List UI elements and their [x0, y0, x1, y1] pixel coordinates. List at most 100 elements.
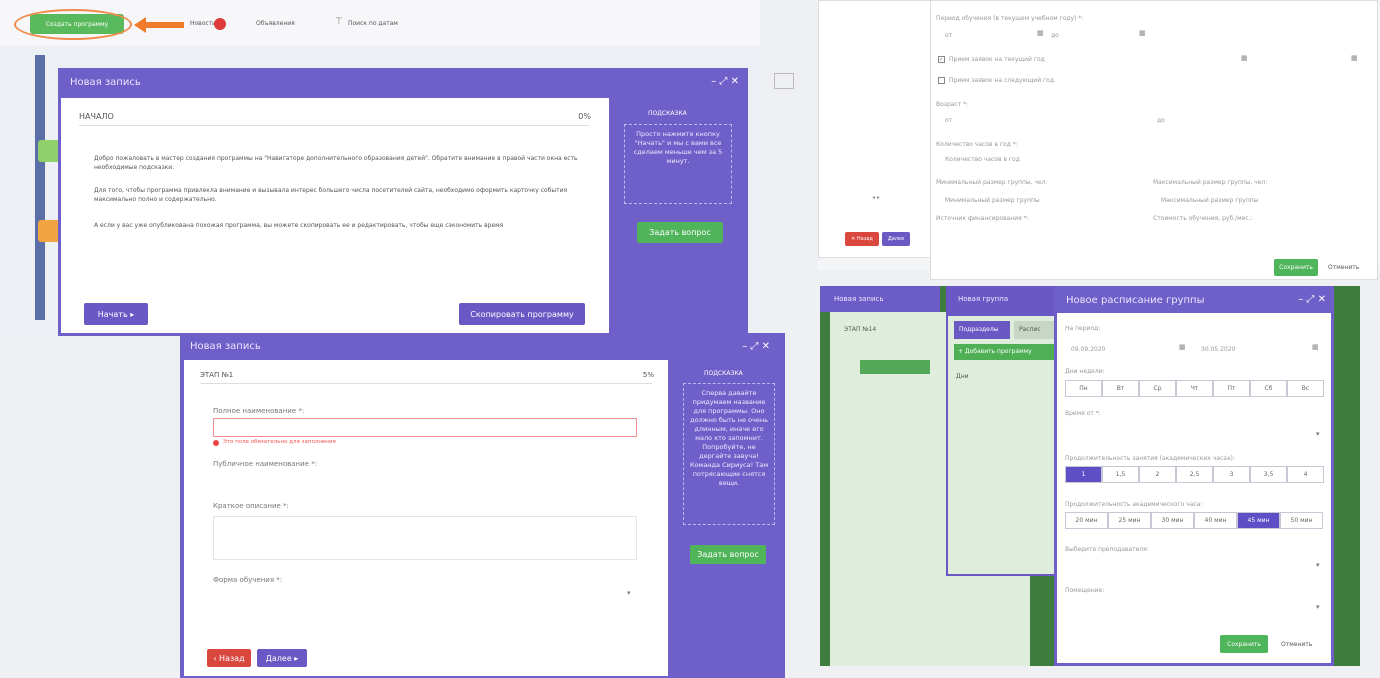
schedule-modal: Новое расписание группы – ⤢ ✕ На период:…	[1054, 286, 1334, 666]
academic-hour-label: Продолжительность академического часа:	[1065, 501, 1203, 508]
intro-paragraph-3: А если у вас уже опубликована похожая пр…	[94, 222, 504, 229]
academic-hour-6[interactable]: 50 мин	[1280, 512, 1323, 529]
next-bg-button[interactable]: Далее	[882, 232, 910, 246]
schedule-body: На период: 09.09.2020 ▦ 30.05.2020 ▦ Дни…	[1057, 313, 1331, 663]
period-from: от	[945, 32, 953, 39]
days-label: Дни	[956, 373, 969, 380]
news-badge	[214, 18, 226, 30]
ask-question-button[interactable]: Задать вопрос	[690, 545, 766, 564]
error-icon	[213, 440, 219, 446]
modal-2-body: ЭТАП №1 5% Полное наименование *: Это по…	[184, 360, 668, 676]
weekday-4[interactable]: Чт	[1176, 380, 1213, 397]
duration-4[interactable]: 2,5	[1176, 466, 1213, 483]
dropdown-chevron-icon[interactable]: ▾	[1316, 561, 1320, 569]
room-label: Помещение:	[1065, 587, 1105, 594]
search-dates-link[interactable]: Поиск по датам	[348, 20, 398, 27]
ads-link[interactable]: Объявления	[256, 20, 295, 27]
weekdays-label: Дни недели:	[1065, 368, 1105, 375]
back-bg-button[interactable]: ✕ Назад	[845, 232, 879, 246]
min-group-label: Минимальный размер группы, чел:	[936, 179, 1048, 186]
save-button[interactable]: Сохранить	[1274, 259, 1318, 276]
modal-1-controls[interactable]: – ⤢ ✕	[711, 76, 739, 87]
schedule-controls[interactable]: – ⤢ ✕	[1298, 294, 1326, 305]
dropdown-chevron-icon[interactable]: ▾	[1316, 430, 1320, 438]
min-group-input[interactable]: Минимальный размер группы	[945, 197, 1040, 204]
progress-label: 0%	[578, 112, 591, 121]
calendar-icon[interactable]: ▦	[1351, 54, 1358, 62]
academic-hour-3[interactable]: 30 мин	[1151, 512, 1194, 529]
duration-label: Продолжительность занятия (академических…	[1065, 455, 1235, 462]
academic-hour-selector[interactable]: 20 мин 25 мин 30 мин 40 мин 45 мин 50 ми…	[1065, 512, 1323, 529]
duration-7[interactable]: 4	[1287, 466, 1324, 483]
weekday-1[interactable]: Пн	[1065, 380, 1102, 397]
arrow-icon	[134, 17, 184, 33]
calendar-icon[interactable]: ▦	[1037, 29, 1044, 37]
modal-2-title: Новая запись	[190, 341, 261, 352]
intro-paragraph-2: Для того, чтобы программа привлекла вним…	[94, 187, 568, 203]
period-label: На период:	[1065, 325, 1101, 332]
duration-3[interactable]: 2	[1139, 466, 1176, 483]
max-group-label: Максимальный размер группы, чел:	[1153, 179, 1268, 186]
age-to: до	[1157, 117, 1165, 124]
bg-title: Новая запись	[834, 295, 884, 303]
checkbox-current-year[interactable]: ✓	[938, 56, 945, 63]
hint-title: ПОДСКАЗКА	[648, 110, 687, 117]
dropdown-chevron-icon[interactable]: ▾	[1316, 603, 1320, 611]
academic-hour-1[interactable]: 20 мин	[1065, 512, 1108, 529]
full-name-input[interactable]	[213, 418, 637, 437]
short-description-input[interactable]	[213, 516, 637, 560]
modal-2-controls[interactable]: – ⤢ ✕	[742, 341, 770, 352]
tab-subsections[interactable]: Подразделы	[954, 321, 1010, 339]
progress-label: 5%	[642, 371, 654, 379]
news-link[interactable]: Новости	[190, 20, 216, 27]
weekday-2[interactable]: Вт	[1102, 380, 1139, 397]
weekday-3[interactable]: Ср	[1139, 380, 1176, 397]
step-title: ЭТАП №1	[200, 371, 234, 379]
calendar-icon[interactable]: ▦	[1179, 343, 1186, 351]
ask-question-button[interactable]: Задать вопрос	[637, 222, 723, 243]
public-name-label: Публичное наименование *:	[213, 460, 318, 468]
orange-highlight	[14, 9, 132, 40]
next-button[interactable]: Далее ▸	[257, 649, 307, 667]
tab-schedule[interactable]: Распис	[1014, 321, 1054, 339]
weekday-5[interactable]: Пт	[1213, 380, 1250, 397]
start-button[interactable]: Начать ▸	[84, 303, 148, 325]
short-description-label: Краткое описание *:	[213, 502, 289, 510]
calendar-icon[interactable]: ▦	[1139, 29, 1146, 37]
funding-label: Источник финансирования *:	[936, 215, 1029, 222]
calendar-icon[interactable]: ▦	[1241, 54, 1248, 62]
weekday-7[interactable]: Вс	[1287, 380, 1324, 397]
hours-input[interactable]: Количество часов в год	[945, 156, 1020, 163]
hint-title: ПОДСКАЗКА	[704, 370, 743, 377]
hint-text: Сперва давайте придумаем название для пр…	[683, 383, 775, 525]
cancel-link[interactable]: Отменить	[1281, 641, 1312, 648]
academic-hour-4[interactable]: 40 мин	[1194, 512, 1237, 529]
duration-2[interactable]: 1,5	[1102, 466, 1139, 483]
age-label: Возраст *:	[936, 101, 969, 108]
settings-form: Период обучения (в текущем учебном году)…	[930, 0, 1378, 280]
study-form-label: Форма обучения *:	[213, 576, 283, 584]
weekday-selector[interactable]: Пн Вт Ср Чт Пт Сб Вс	[1065, 380, 1324, 397]
duration-selector[interactable]: 1 1,5 2 2,5 3 3,5 4	[1065, 466, 1324, 483]
cancel-link[interactable]: Отменить	[1328, 264, 1359, 271]
save-button[interactable]: Сохранить	[1220, 635, 1268, 653]
duration-6[interactable]: 3,5	[1250, 466, 1287, 483]
date-end: 30.05.2020	[1201, 346, 1236, 353]
max-group-input[interactable]: Максимальный размер группы	[1161, 197, 1258, 204]
back-button[interactable]: ‹ Назад	[207, 649, 251, 667]
date-start: 09.09.2020	[1071, 346, 1106, 353]
cost-label: Стоимость обучения, руб./мес.:	[1153, 215, 1253, 222]
filter-icon: ⊤	[335, 17, 343, 27]
teacher-label: Выберите преподавателя:	[1065, 546, 1149, 553]
calendar-icon[interactable]: ▦	[1312, 343, 1319, 351]
checkbox-next-year[interactable]	[938, 77, 945, 84]
duration-1[interactable]: 1	[1065, 466, 1102, 483]
academic-hour-2[interactable]: 25 мин	[1108, 512, 1151, 529]
dropdown-chevron-icon[interactable]: ▾	[627, 589, 631, 597]
checkbox-current-year-label: Прием заявок на текущий год	[949, 56, 1045, 63]
add-button[interactable]: + Добавить программу	[954, 344, 1064, 360]
weekday-6[interactable]: Сб	[1250, 380, 1287, 397]
copy-program-button[interactable]: Скопировать программу	[459, 303, 585, 325]
academic-hour-5[interactable]: 45 мин	[1237, 512, 1280, 529]
duration-5[interactable]: 3	[1213, 466, 1250, 483]
